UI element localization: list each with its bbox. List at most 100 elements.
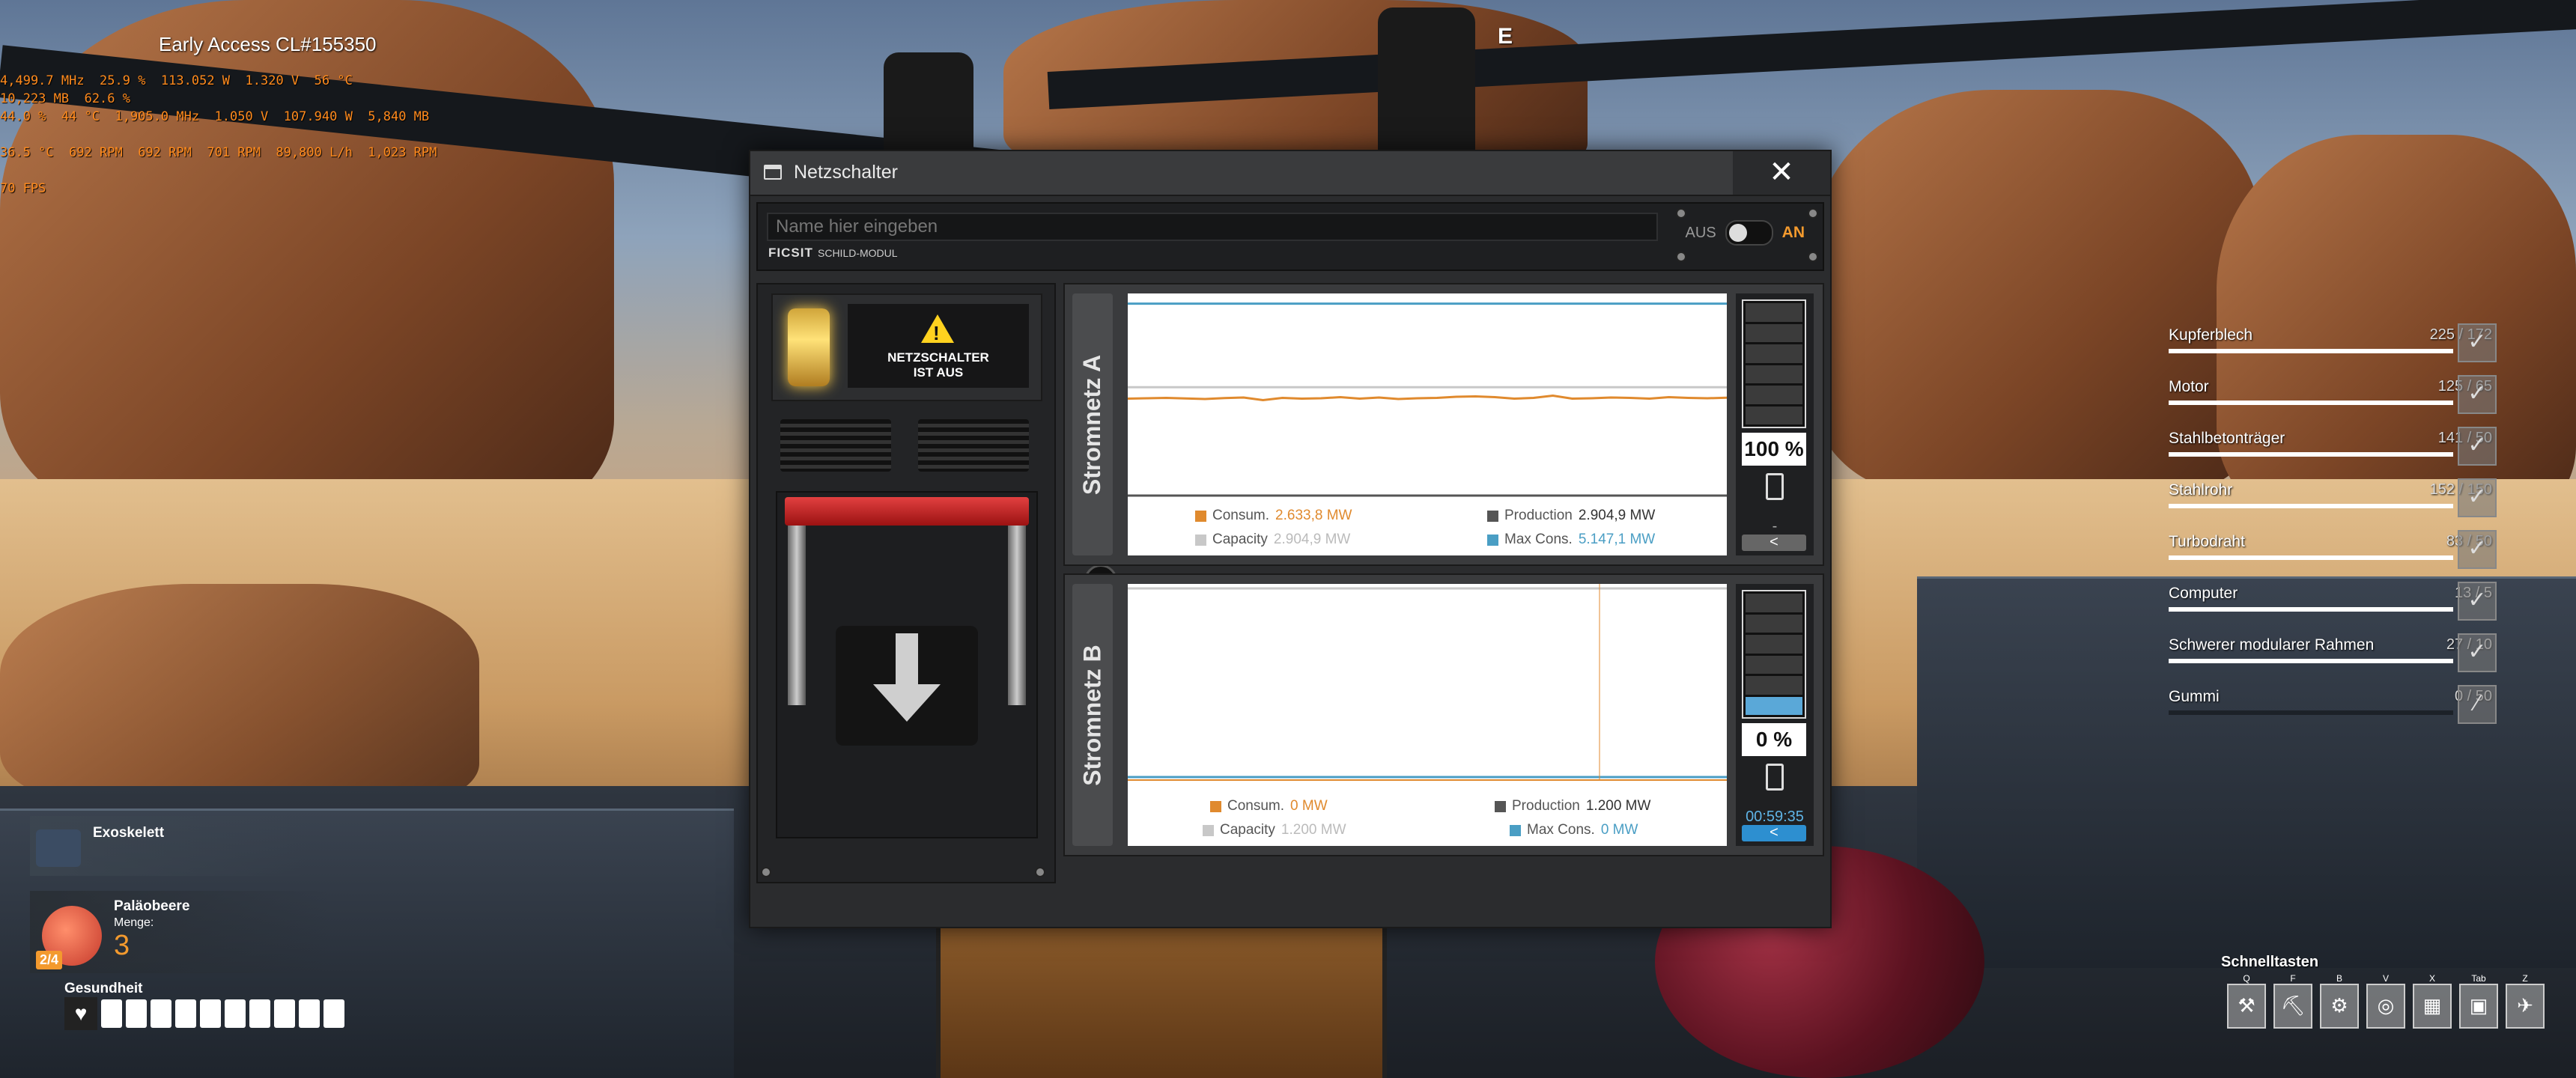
hotbar-slot[interactable]: Z ✈ (2506, 973, 2545, 1029)
check-icon[interactable]: ✓ (2458, 427, 2497, 466)
item-progress (2169, 452, 2453, 457)
power-switch-window: Netzschalter ✕ FICSIT SCHILD-MODUL AUS A… (749, 150, 1832, 928)
warning-line-1: NETZSCHALTER (887, 350, 989, 365)
legend-label: Consum. (1212, 508, 1270, 523)
hotbar-key: X (2428, 973, 2435, 984)
checklist-item: Computer13 / 5✓ (2169, 582, 2552, 630)
battery-icon (1766, 764, 1784, 791)
production-value: 2.904,9 MW (1578, 508, 1656, 523)
item-stack-count: 2/4 (36, 951, 63, 969)
hotbar-key: V (2382, 973, 2389, 984)
item-progress (2169, 555, 2453, 560)
interact-key-hint: E (1498, 24, 1513, 49)
item-name: Schwerer modularer Rahmen (2169, 636, 2375, 654)
hammer-icon: ⚒ (2238, 994, 2255, 1017)
grid-b-expand-button[interactable]: < (1742, 825, 1806, 841)
hotbar-slot[interactable]: X ▦ (2413, 973, 2452, 1029)
exoskeleton-icon (36, 829, 81, 867)
grid-b-panel: Stromnetz B Consum. 0 MW Production 1.20… (1063, 573, 1824, 856)
lever-block[interactable] (836, 626, 978, 746)
screw-icon (1676, 252, 1686, 262)
status-display: ! NETZSCHALTER IST AUS (771, 293, 1042, 401)
health-segment (151, 999, 171, 1028)
heart-icon: ♥ (64, 997, 97, 1030)
grid-a-battery: 100 % - < (1736, 293, 1814, 555)
legend-label: Max Cons. (1527, 822, 1595, 838)
switch-panel: ! NETZSCHALTER IST AUS (756, 283, 1056, 883)
ficsit-logo: FICSIT (768, 246, 813, 260)
pending-icon[interactable]: ⁄ (2458, 685, 2497, 724)
hotbar-slot[interactable]: V ◎ (2366, 973, 2405, 1029)
legend-label: Capacity (1212, 532, 1268, 547)
check-icon[interactable]: ✓ (2458, 582, 2497, 621)
health-bar: ♥ (64, 997, 344, 1030)
foundation-icon: ▦ (2422, 994, 2442, 1017)
battery-time: 00:59:35 (1746, 808, 1804, 825)
performance-overlay: 4,499.7 MHz 25.9 % 113.052 W 1.320 V 56 … (0, 72, 437, 198)
check-icon[interactable]: ✓ (2458, 530, 2497, 569)
screw-icon (1808, 208, 1818, 219)
item-progress-fill (2169, 401, 2453, 405)
close-button[interactable]: ✕ (1733, 151, 1830, 195)
check-icon[interactable]: ✓ (2458, 633, 2497, 672)
legend-label: Capacity (1220, 822, 1275, 838)
consum-swatch (1210, 800, 1221, 812)
checklist-item: Schwerer modularer Rahmen27 / 10✓ (2169, 633, 2552, 681)
grid-b-graph (1128, 584, 1727, 781)
lever-rail (1008, 526, 1026, 705)
health-label: Gesundheit (64, 981, 143, 996)
sign-module: FICSIT SCHILD-MODUL AUS AN (756, 202, 1824, 271)
power-toggle[interactable] (1725, 220, 1773, 246)
grid-a-tab: Stromnetz A (1072, 293, 1113, 555)
hotbar-slot[interactable]: F ⛏ (2273, 973, 2312, 1029)
item-progress (2169, 659, 2453, 663)
item-progress-fill (2169, 555, 2453, 560)
legend-label: Consum. (1227, 798, 1285, 814)
production-swatch (1495, 800, 1506, 812)
item-name: Kupferblech (2169, 326, 2253, 344)
stat-line (0, 162, 437, 180)
grid-a-expand-button[interactable]: < (1742, 535, 1806, 551)
window-titlebar: Netzschalter ✕ (750, 151, 1830, 196)
grid-b-label: Stromnetz B (1078, 644, 1106, 786)
legend-production: Production 2.904,9 MW (1487, 508, 1655, 524)
grid-b-tab: Stromnetz B (1072, 584, 1113, 846)
switch-lever-handle[interactable] (785, 497, 1029, 526)
stat-line: 10,223 MB 62.6 % (0, 91, 130, 106)
hotbar-slot[interactable]: B ⚙ (2320, 973, 2359, 1029)
battery-cell (1746, 303, 1802, 322)
check-icon[interactable]: ✓ (2458, 323, 2497, 362)
capacity-swatch (1195, 534, 1206, 546)
maxcons-value: 5.147,1 MW (1578, 532, 1656, 547)
indicator-lamp-icon (788, 308, 830, 386)
health-segment (101, 999, 122, 1028)
stat-line: 44.0 % 44 °C 1,905.0 MHz 1.050 V 107.940… (0, 109, 430, 124)
battery-time: - (1772, 518, 1778, 535)
legend-consum: Consum. 0 MW (1210, 798, 1328, 814)
hotbar-key: B (2336, 973, 2342, 984)
item-progress-fill (2169, 452, 2453, 457)
grid-a-panel: Stromnetz A Consum. 2.633,8 MW Productio… (1063, 283, 1824, 566)
checklist-item: Gummi0 / 50⁄ (2169, 685, 2552, 733)
battery-cell (1746, 696, 1802, 715)
battery-percent: 0 % (1742, 723, 1806, 756)
down-arrow-head (873, 684, 941, 722)
player-hud: Exoskelett 2/4 Paläobeere Menge: 3 Gesun… (30, 816, 359, 1056)
stat-line: 36.5 °C 692 RPM 692 RPM 701 RPM 89,800 L… (0, 145, 437, 160)
check-icon[interactable]: ✓ (2458, 375, 2497, 414)
item-name: Turbodraht (2169, 533, 2245, 550)
battery-cell (1746, 614, 1802, 633)
consum-value: 0 MW (1290, 798, 1328, 814)
name-input[interactable] (767, 213, 1658, 241)
toggle-on-label: AN (1781, 224, 1805, 241)
legend-production: Production 1.200 MW (1495, 798, 1650, 814)
capacity-value: 1.200 MW (1281, 822, 1346, 838)
production-swatch (1487, 510, 1498, 522)
capacity-value: 2.904,9 MW (1273, 532, 1351, 547)
health-segment (299, 999, 320, 1028)
hotbar-slot[interactable]: Q ⚒ (2227, 973, 2266, 1029)
stat-line (0, 126, 437, 144)
hotbar: Schnelltasten Q ⚒ F ⛏ B ⚙ V ◎ X ▦ Tab ▣ Z ✈ (2217, 951, 2561, 1056)
check-icon[interactable]: ✓ (2458, 478, 2497, 517)
hotbar-slot[interactable]: Tab ▣ (2459, 973, 2498, 1029)
